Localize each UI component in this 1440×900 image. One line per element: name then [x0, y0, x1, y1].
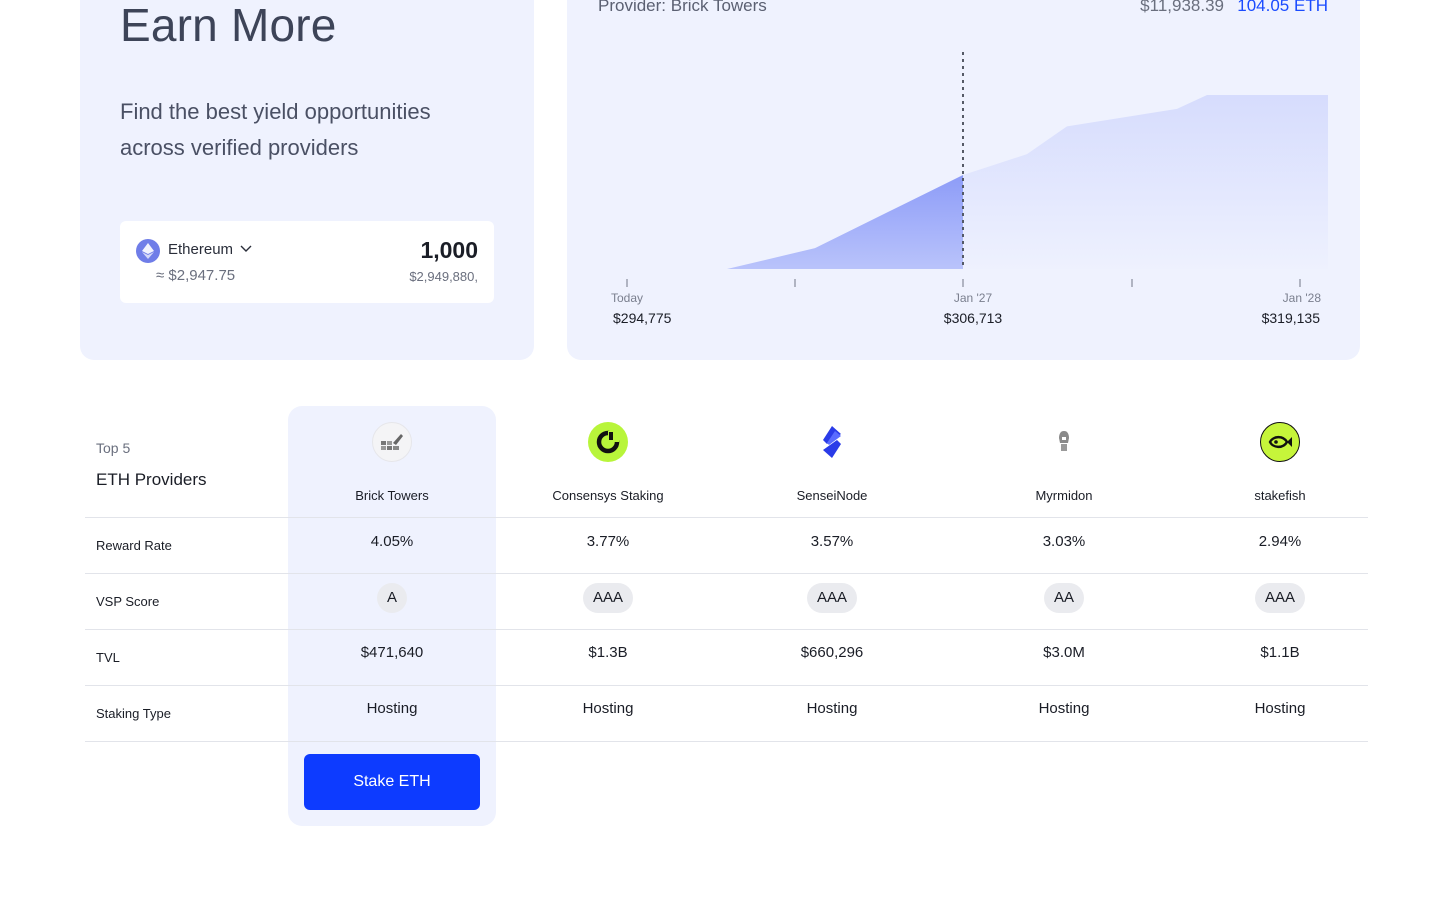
tvl-cell: $471,640 [360, 644, 424, 661]
hero-title: Earn More [120, 0, 337, 51]
x-value-label: $319,135 [1262, 310, 1321, 326]
vsp-score-cell: AAA [1176, 583, 1384, 613]
row-label: VSP Score [96, 594, 160, 609]
tvl-cell: $1.1B [1260, 644, 1300, 661]
row-divider [85, 685, 1368, 686]
reward-cell: 2.94% [1258, 533, 1302, 550]
vsp-score-cell: AAA [728, 583, 936, 613]
reward-cell: 3.77% [586, 533, 630, 550]
provider-header[interactable]: Consensys Staking [504, 422, 712, 503]
provider-name: stakefish [1254, 488, 1306, 503]
provider-header[interactable]: SenseiNode [728, 422, 936, 503]
type-cell: Hosting [366, 700, 418, 717]
earned-area [609, 175, 963, 269]
senseinode-icon [728, 422, 936, 462]
vsp-score-cell: AA [960, 583, 1168, 613]
x-tick-label: Jan '27 [954, 291, 993, 305]
reward-cell: 3.03% [1042, 533, 1086, 550]
x-tick-label: Jan '28 [1283, 291, 1322, 305]
vsp-score-cell: A [288, 583, 496, 613]
top-label: Top 5 [96, 440, 131, 456]
vsp-badge: A [376, 583, 407, 613]
provider-name: Consensys Staking [552, 488, 664, 503]
projection-card: Provider: Brick Towers $11,938.39 104.05… [567, 0, 1360, 360]
asset-selector[interactable]: Ethereum [168, 241, 233, 258]
type-cell: Hosting [1038, 700, 1090, 717]
x-value-label: $306,713 [944, 310, 1003, 326]
row-divider [85, 517, 1368, 518]
consensys-icon [504, 422, 712, 462]
chevron-down-icon[interactable] [240, 245, 252, 253]
amount-fiat-value: $2,949,880, [409, 269, 478, 284]
stakefish-icon [1176, 422, 1384, 462]
amount-input-box[interactable]: Ethereum ≈ $2,947.75 1,000 $2,949,880, [120, 221, 494, 303]
tvl-cell: $660,296 [800, 644, 864, 661]
brick-towers-icon [288, 422, 496, 462]
x-value-label: $294,775 [613, 310, 672, 326]
vsp-badge: AA [1043, 583, 1084, 613]
type-cell: Hosting [806, 700, 858, 717]
row-label: Staking Type [96, 706, 171, 721]
vsp-badge: AAA [1254, 583, 1305, 613]
provider-header[interactable]: stakefish [1176, 422, 1384, 503]
row-divider [85, 741, 1368, 742]
asset-fiat-price: ≈ $2,947.75 [156, 267, 236, 284]
provider-header[interactable]: Myrmidon [960, 422, 1168, 503]
row-label: Reward Rate [96, 538, 172, 553]
projection-chart: Today $294,775 Jan '27 $306,713 Jan '28 $319,… [609, 52, 1328, 326]
tvl-cell: $3.0M [1043, 644, 1085, 661]
stake-eth-button[interactable]: Stake ETH [304, 754, 480, 810]
x-tick-label: Today [611, 291, 643, 305]
hero-subtitle: Find the best yield opportunities across… [120, 99, 431, 160]
calculator-card: Earn More Find the best yield opportunit… [80, 0, 534, 360]
row-divider [85, 573, 1368, 574]
provider-name: Brick Towers [355, 488, 429, 503]
ethereum-icon [136, 239, 160, 263]
row-divider [85, 629, 1368, 630]
table-title: ETH Providers [96, 470, 207, 489]
amount-input[interactable]: 1,000 [420, 237, 478, 264]
reward-cell: 4.05% [370, 533, 414, 550]
provider-name: Myrmidon [1035, 488, 1093, 503]
row-label: TVL [96, 650, 120, 665]
myrmidon-icon [960, 422, 1168, 462]
vsp-badge: AAA [806, 583, 857, 613]
vsp-score-cell: AAA [504, 583, 712, 613]
reward-cell: 3.57% [810, 533, 854, 550]
provider-name: SenseiNode [796, 488, 868, 503]
type-cell: Hosting [582, 700, 634, 717]
vsp-badge: AAA [582, 583, 633, 613]
projected-area [963, 95, 1328, 269]
type-cell: Hosting [1254, 700, 1306, 717]
tvl-cell: $1.3B [588, 644, 628, 661]
provider-header[interactable]: Brick Towers [288, 422, 496, 503]
